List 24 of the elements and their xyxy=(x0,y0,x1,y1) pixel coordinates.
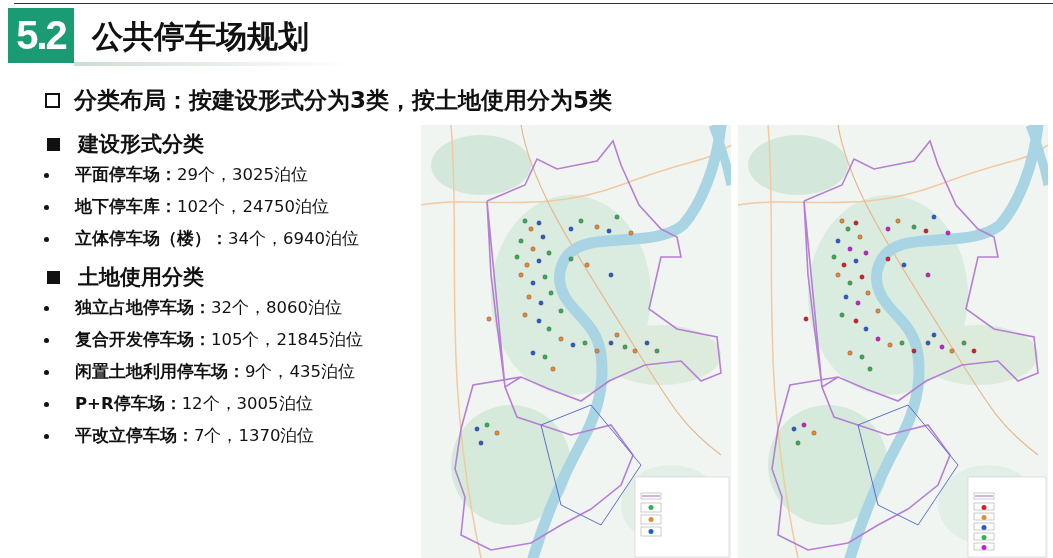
square-bullet-icon xyxy=(47,270,60,284)
bullet-dot-icon xyxy=(44,401,49,407)
bullet-dot-icon xyxy=(44,204,49,210)
square-bullet-icon xyxy=(45,92,60,108)
square-bullet-icon xyxy=(47,137,60,151)
bullet-dot-icon xyxy=(44,369,49,375)
group-heading: 土地使用分类 xyxy=(78,264,204,291)
bullet-dot-icon xyxy=(44,236,49,242)
group-heading: 建设形式分类 xyxy=(78,131,204,158)
section-number-badge: 5.2 xyxy=(8,8,74,63)
bullet-dot-icon xyxy=(44,305,49,311)
list-item: 平改立停车场：7个，1370泊位 xyxy=(75,425,315,447)
list-item: 闲置土地利用停车场：9个，435泊位 xyxy=(75,361,355,383)
bullet-dot-icon xyxy=(44,337,49,343)
bullet-dot-icon xyxy=(44,172,49,178)
slide-subtitle: 分类布局：按建设形式分为3类，按土地使用分为5类 xyxy=(74,86,612,115)
list-item: 立体停车场（楼）：34个，6940泊位 xyxy=(75,228,359,250)
list-item: 独立占地停车场：32个，8060泊位 xyxy=(75,297,342,319)
list-item: P+R停车场：12个，3005泊位 xyxy=(75,393,313,415)
slide-title: 公共停车场规划 xyxy=(92,16,309,56)
bullet-dot-icon xyxy=(44,433,49,439)
list-item: 地下停车库：102个，24750泊位 xyxy=(75,196,329,218)
list-item: 复合开发停车场：105个，21845泊位 xyxy=(75,329,363,351)
list-item: 平面停车场：29个，3025泊位 xyxy=(75,164,308,186)
